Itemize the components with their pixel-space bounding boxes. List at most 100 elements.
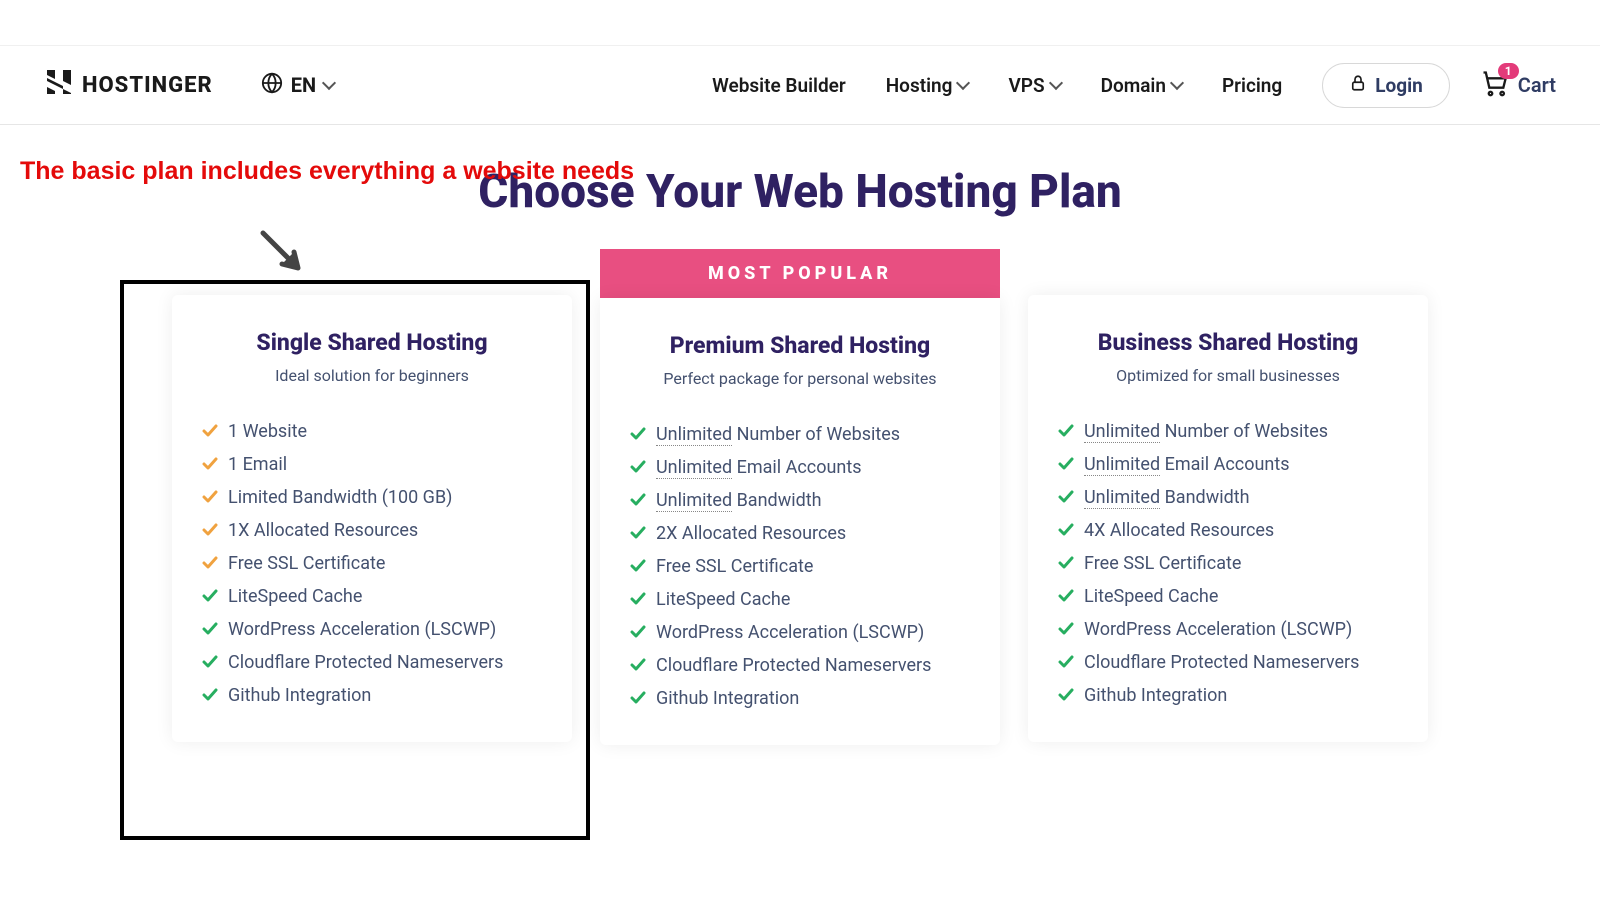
check-icon: [1058, 688, 1074, 704]
cart-count-badge: 1: [1498, 63, 1519, 79]
feature-item: Unlimited Number of Websites: [630, 418, 970, 451]
feature-item: Free SSL Certificate: [630, 550, 970, 583]
globe-icon: [261, 72, 283, 99]
feature-text: Free SSL Certificate: [228, 553, 385, 574]
feature-item: WordPress Acceleration (LSCWP): [630, 616, 970, 649]
check-icon: [630, 559, 646, 575]
feature-text: Unlimited Number of Websites: [1084, 421, 1328, 442]
check-icon: [202, 556, 218, 572]
check-icon: [1058, 589, 1074, 605]
feature-list: 1 Website 1 Email Limited Bandwidth (100 G…: [202, 415, 542, 712]
chevron-down-icon: [1049, 76, 1063, 90]
feature-text: Unlimited Email Accounts: [656, 457, 862, 478]
annotation-arrow-icon: [258, 228, 318, 292]
nav-pricing[interactable]: Pricing: [1222, 74, 1282, 97]
check-icon: [202, 622, 218, 638]
topbar-spacer: [0, 0, 1600, 46]
plan-premium: MOST POPULAR Premium Shared Hosting Perf…: [600, 249, 1000, 745]
plan-subtitle: Perfect package for personal websites: [630, 369, 970, 388]
login-label: Login: [1375, 74, 1423, 97]
feature-text: Github Integration: [228, 685, 371, 706]
check-icon: [1058, 556, 1074, 572]
check-icon: [202, 688, 218, 704]
feature-emphasis: Unlimited: [1084, 454, 1160, 476]
feature-item: 4X Allocated Resources: [1058, 514, 1398, 547]
feature-text: WordPress Acceleration (LSCWP): [228, 619, 496, 640]
language-code: EN: [291, 73, 316, 97]
most-popular-badge: MOST POPULAR: [600, 249, 1000, 298]
feature-item: Github Integration: [1058, 679, 1398, 712]
language-selector[interactable]: EN: [261, 72, 334, 99]
check-icon: [1058, 655, 1074, 671]
feature-text: Unlimited Email Accounts: [1084, 454, 1290, 475]
feature-item: LiteSpeed Cache: [202, 580, 542, 613]
feature-emphasis: Unlimited: [656, 490, 732, 512]
nav-website-builder[interactable]: Website Builder: [712, 74, 846, 97]
check-icon: [202, 424, 218, 440]
site-header: HOSTINGER EN Website Builder Hosting VPS…: [0, 0, 1600, 125]
check-icon: [630, 526, 646, 542]
nav-hosting[interactable]: Hosting: [886, 74, 969, 97]
chevron-down-icon: [956, 76, 970, 90]
chevron-down-icon: [322, 76, 336, 90]
brand-name: HOSTINGER: [82, 73, 213, 98]
nav-vps[interactable]: VPS: [1008, 74, 1060, 97]
feature-emphasis: Unlimited: [656, 457, 732, 479]
check-icon: [202, 457, 218, 473]
feature-item: 1X Allocated Resources: [202, 514, 542, 547]
feature-emphasis: Unlimited: [1084, 487, 1160, 509]
feature-text: 1X Allocated Resources: [228, 520, 418, 541]
feature-text: Cloudflare Protected Nameservers: [656, 655, 931, 676]
nav-domain[interactable]: Domain: [1101, 74, 1182, 97]
check-icon: [1058, 523, 1074, 539]
check-icon: [630, 427, 646, 443]
feature-item: Unlimited Bandwidth: [1058, 481, 1398, 514]
check-icon: [1058, 490, 1074, 506]
check-icon: [630, 691, 646, 707]
plan-title: Premium Shared Hosting: [630, 332, 970, 359]
lock-icon: [1349, 74, 1367, 97]
feature-item: WordPress Acceleration (LSCWP): [1058, 613, 1398, 646]
feature-text: LiteSpeed Cache: [656, 589, 790, 610]
login-button[interactable]: Login: [1322, 63, 1450, 108]
feature-item: 2X Allocated Resources: [630, 517, 970, 550]
feature-item: Github Integration: [202, 679, 542, 712]
plan-subtitle: Ideal solution for beginners: [202, 366, 542, 385]
feature-text: WordPress Acceleration (LSCWP): [1084, 619, 1352, 640]
plan-single: Single Shared Hosting Ideal solution for…: [172, 295, 572, 742]
feature-text: Free SSL Certificate: [1084, 553, 1241, 574]
brand-logo[interactable]: HOSTINGER: [44, 67, 213, 103]
feature-item: Cloudflare Protected Nameservers: [202, 646, 542, 679]
feature-item: LiteSpeed Cache: [1058, 580, 1398, 613]
feature-text: WordPress Acceleration (LSCWP): [656, 622, 924, 643]
cart-button[interactable]: 1 Cart: [1480, 69, 1556, 102]
feature-item: WordPress Acceleration (LSCWP): [202, 613, 542, 646]
feature-text: 4X Allocated Resources: [1084, 520, 1274, 541]
plan-subtitle: Optimized for small businesses: [1058, 366, 1398, 385]
feature-text: Github Integration: [656, 688, 799, 709]
feature-emphasis: Unlimited: [1084, 421, 1160, 443]
check-icon: [202, 523, 218, 539]
feature-item: Cloudflare Protected Nameservers: [1058, 646, 1398, 679]
feature-text: 2X Allocated Resources: [656, 523, 846, 544]
cart-label: Cart: [1518, 73, 1556, 97]
feature-item: Unlimited Email Accounts: [1058, 448, 1398, 481]
feature-item: Free SSL Certificate: [1058, 547, 1398, 580]
feature-item: Unlimited Bandwidth: [630, 484, 970, 517]
primary-nav: Website Builder Hosting VPS Domain Prici…: [712, 74, 1282, 97]
check-icon: [630, 460, 646, 476]
check-icon: [202, 589, 218, 605]
check-icon: [630, 625, 646, 641]
feature-item: 1 Email: [202, 448, 542, 481]
check-icon: [1058, 622, 1074, 638]
check-icon: [202, 490, 218, 506]
feature-text: Unlimited Number of Websites: [656, 424, 900, 445]
pricing-plans: Single Shared Hosting Ideal solution for…: [0, 249, 1600, 745]
feature-text: 1 Website: [228, 421, 307, 442]
feature-text: LiteSpeed Cache: [228, 586, 362, 607]
feature-emphasis: Unlimited: [656, 424, 732, 446]
check-icon: [630, 493, 646, 509]
feature-item: Github Integration: [630, 682, 970, 715]
feature-text: 1 Email: [228, 454, 287, 475]
feature-text: Limited Bandwidth (100 GB): [228, 487, 452, 508]
